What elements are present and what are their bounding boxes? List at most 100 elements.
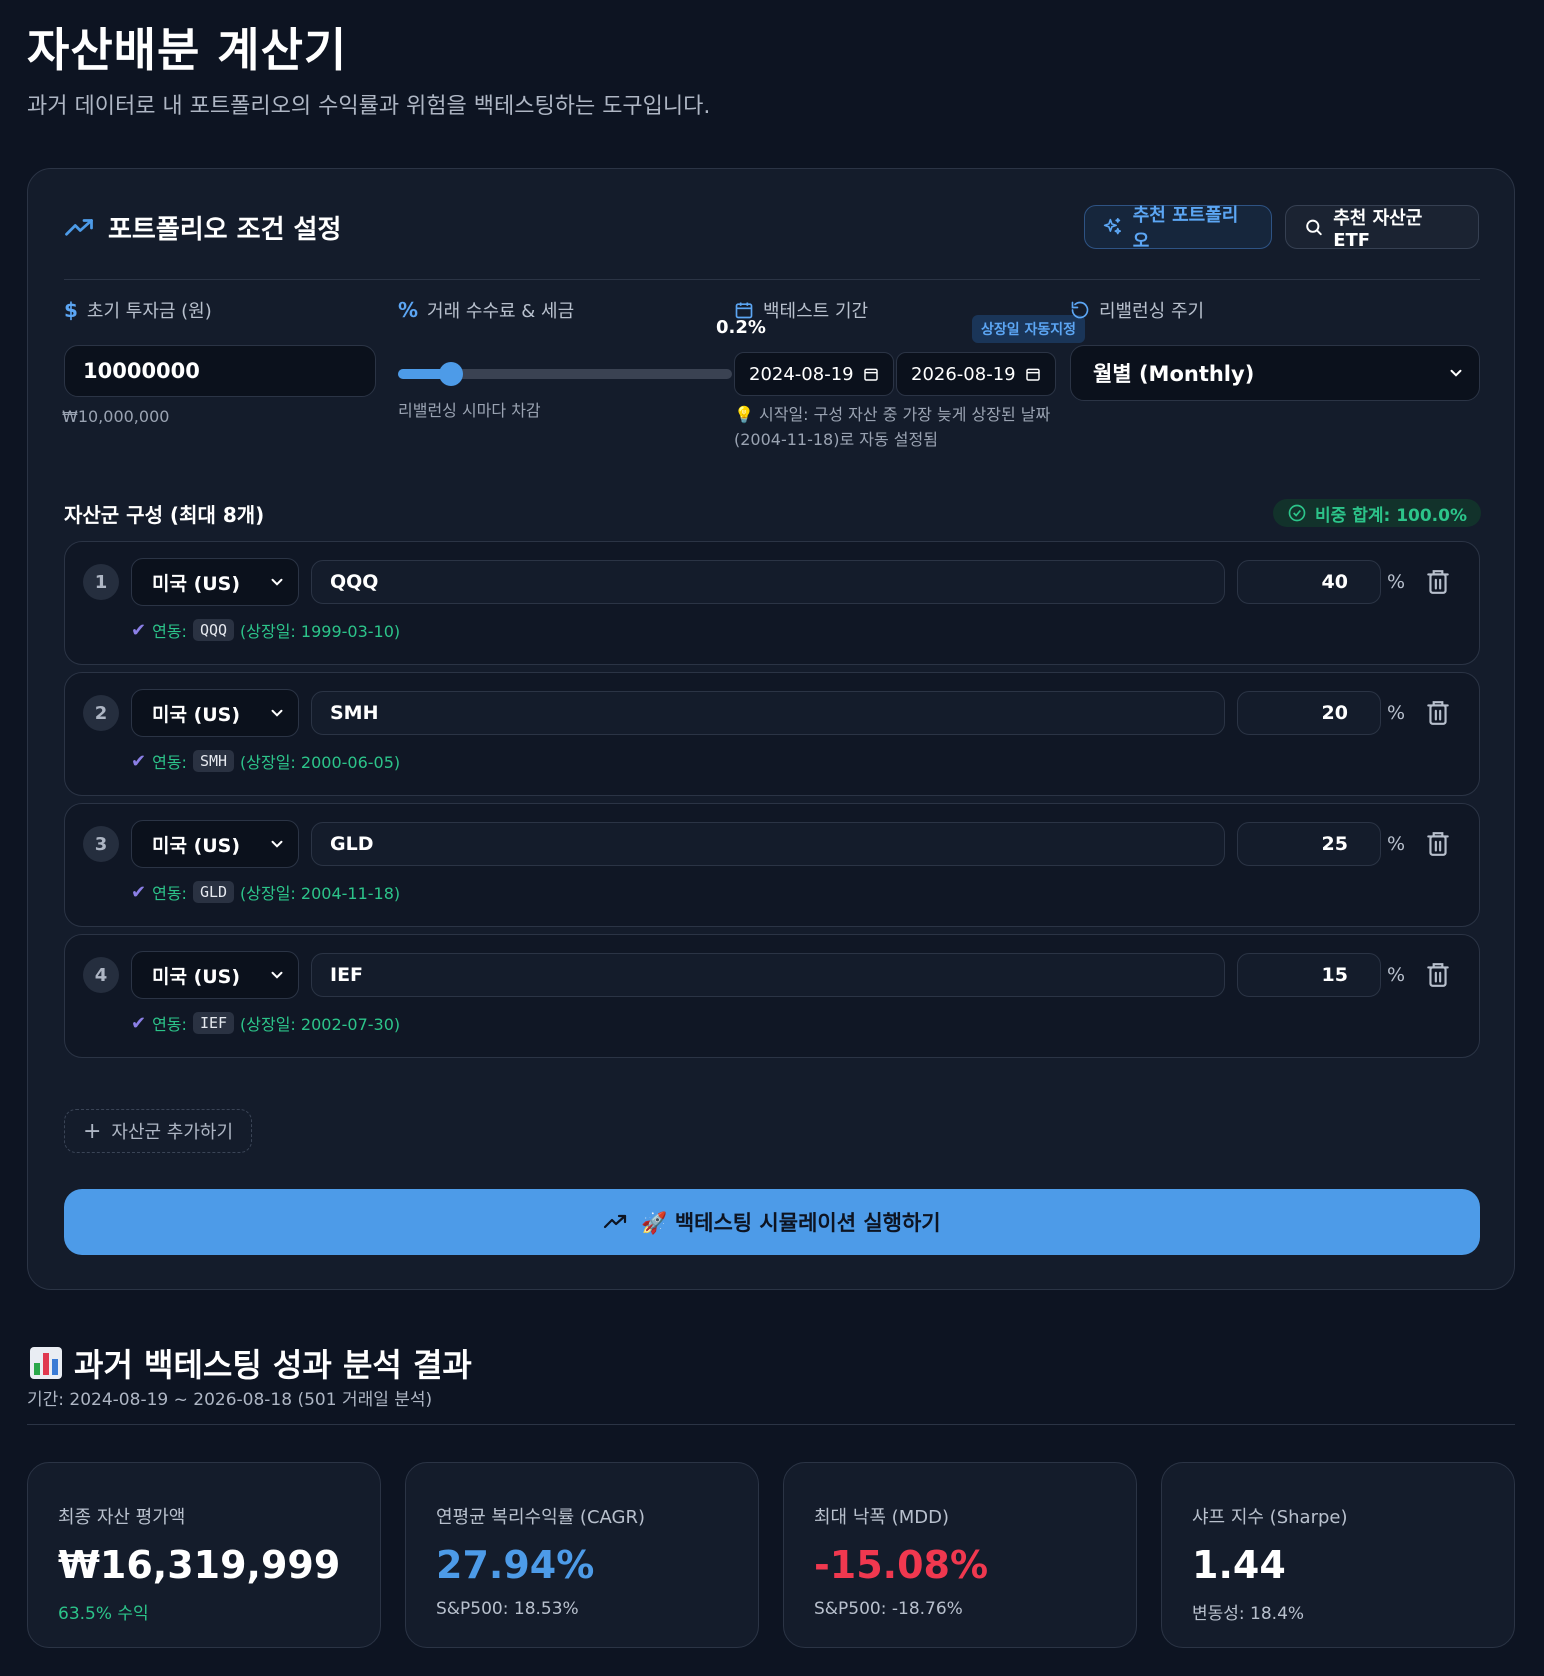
- metric-label: 연평균 복리수익률 (CAGR): [436, 1507, 645, 1528]
- percent-symbol: %: [1387, 571, 1406, 593]
- asset-ticker-input[interactable]: IEF: [311, 953, 1225, 997]
- asset-row: 4 미국 (US) IEF 15 % ✔ 연동: IEF (상장일: 2002-…: [64, 934, 1480, 1058]
- run-backtest-button[interactable]: 🚀 백테스팅 시뮬레이션 실행하기: [64, 1189, 1480, 1255]
- asset-weight-input[interactable]: 40: [1237, 560, 1381, 604]
- asset-number: 4: [83, 957, 119, 993]
- linked-prefix: 연동:: [152, 884, 187, 903]
- percent-symbol: %: [1387, 833, 1406, 855]
- asset-market-value: 미국 (US): [152, 834, 241, 857]
- chevron-down-icon: [271, 840, 283, 848]
- trash-icon[interactable]: [1425, 568, 1451, 596]
- dollar-icon: $: [64, 298, 78, 322]
- settings-header: 포트폴리오 조건 설정: [64, 209, 341, 246]
- portfolio-settings-card: 포트폴리오 조건 설정 추천 포트폴리오 추천 자산군 ETF $ 초기 투자금…: [27, 168, 1515, 1290]
- results-period: 기간: 2024-08-19 ~ 2026-08-18 (501 거래일 분석): [27, 1390, 433, 1410]
- asset-linked-info: ✔ 연동: IEF (상장일: 2002-07-30): [131, 1011, 400, 1035]
- metric-card: 최종 자산 평가액 ₩16,319,999 63.5% 수익: [27, 1462, 381, 1648]
- asset-linked-info: ✔ 연동: GLD (상장일: 2004-11-18): [131, 880, 400, 904]
- metric-value: 1.44: [1192, 1543, 1286, 1587]
- calendar-icon[interactable]: [863, 366, 879, 382]
- metric-label: 최대 낙폭 (MDD): [814, 1507, 949, 1528]
- trash-icon[interactable]: [1425, 830, 1451, 858]
- results-title: 과거 백테스팅 성과 분석 결과: [74, 1346, 472, 1384]
- asset-market-select[interactable]: 미국 (US): [131, 820, 299, 868]
- check-icon: ✔: [131, 1012, 147, 1034]
- rebalance-select[interactable]: 월별 (Monthly): [1070, 345, 1480, 401]
- end-date-input[interactable]: 2026-08-19: [896, 352, 1056, 396]
- metric-value: -15.08%: [814, 1543, 989, 1587]
- percent-symbol: %: [1387, 702, 1406, 724]
- linked-code: IEF: [192, 1012, 235, 1034]
- asset-market-value: 미국 (US): [152, 703, 241, 726]
- check-circle-icon: [1288, 504, 1306, 522]
- metric-card: 샤프 지수 (Sharpe) 1.44 변동성: 18.4%: [1161, 1462, 1515, 1648]
- add-asset-label: 자산군 추가하기: [111, 1122, 234, 1143]
- asset-market-select[interactable]: 미국 (US): [131, 558, 299, 606]
- listing-date: (상장일: 2002-07-30): [240, 1015, 401, 1034]
- asset-weight-input[interactable]: 20: [1237, 691, 1381, 735]
- initial-investment-formatted: ₩10,000,000: [62, 407, 170, 426]
- initial-investment-label-text: 초기 투자금 (원): [86, 301, 212, 322]
- page-title: 자산배분 계산기: [27, 23, 348, 77]
- period-hint: 💡 시작일: 구성 자산 중 가장 늦게 상장된 날짜 (2004-11-18)…: [734, 405, 1051, 449]
- asset-ticker-input[interactable]: QQQ: [311, 560, 1225, 604]
- trending-up-icon: [65, 218, 93, 236]
- asset-linked-info: ✔ 연동: SMH (상장일: 2000-06-05): [131, 749, 400, 773]
- metric-value: 27.94%: [436, 1543, 595, 1587]
- run-backtest-label: 🚀 백테스팅 시뮬레이션 실행하기: [641, 1211, 941, 1235]
- fee-label-text: 거래 수수료 & 세금: [427, 301, 575, 322]
- calendar-icon: [735, 302, 753, 319]
- refresh-icon: [1071, 301, 1089, 319]
- asset-market-select[interactable]: 미국 (US): [131, 689, 299, 737]
- search-icon: [1306, 219, 1322, 236]
- linked-code: GLD: [192, 881, 235, 903]
- rebalance-selected: 월별 (Monthly): [1093, 362, 1255, 386]
- check-icon: ✔: [131, 750, 147, 772]
- initial-investment-input[interactable]: 10000000: [64, 345, 376, 397]
- percent-icon: %: [398, 298, 419, 322]
- check-icon: ✔: [131, 881, 147, 903]
- trending-up-icon: [604, 1214, 627, 1229]
- recommend-etf-button[interactable]: 추천 자산군 ETF: [1285, 205, 1479, 251]
- chevron-down-icon: [1450, 369, 1462, 377]
- recommend-portfolio-label: 추천 포트폴리오: [1132, 205, 1239, 252]
- asset-number: 2: [83, 695, 119, 731]
- fee-hint: 리밸런싱 시마다 차감: [398, 401, 541, 420]
- fee-slider-thumb[interactable]: [439, 362, 464, 386]
- chevron-down-icon: [271, 971, 283, 979]
- asset-ticker-input[interactable]: GLD: [311, 822, 1225, 866]
- asset-weight-input[interactable]: 25: [1237, 822, 1381, 866]
- trash-icon[interactable]: [1425, 699, 1451, 727]
- fee-slider[interactable]: [398, 362, 732, 386]
- linked-prefix: 연동:: [152, 753, 187, 772]
- initial-investment-label: $ 초기 투자금 (원): [64, 297, 212, 323]
- asset-number: 1: [83, 564, 119, 600]
- asset-market-select[interactable]: 미국 (US): [131, 951, 299, 999]
- end-date-value: 2026-08-19: [911, 363, 1016, 385]
- bar-chart-icon: [30, 1347, 62, 1379]
- metric-card: 연평균 복리수익률 (CAGR) 27.94% S&P500: 18.53%: [405, 1462, 759, 1648]
- settings-title: 포트폴리오 조건 설정: [108, 215, 342, 245]
- recommend-etf-label: 추천 자산군 ETF: [1333, 207, 1423, 251]
- recommend-portfolio-button[interactable]: 추천 포트폴리오: [1084, 205, 1272, 252]
- asset-ticker-input[interactable]: SMH: [311, 691, 1225, 735]
- calendar-icon[interactable]: [1025, 366, 1041, 382]
- asset-weight-input[interactable]: 15: [1237, 953, 1381, 997]
- chevron-down-icon: [271, 578, 283, 586]
- add-asset-button[interactable]: + 자산군 추가하기: [64, 1109, 252, 1153]
- listing-date: (상장일: 2000-06-05): [240, 753, 401, 772]
- trash-icon[interactable]: [1425, 961, 1451, 989]
- asset-row: 3 미국 (US) GLD 25 % ✔ 연동: GLD (상장일: 2004-…: [64, 803, 1480, 927]
- asset-row: 1 미국 (US) QQQ 40 % ✔ 연동: QQQ (상장일: 1999-…: [64, 541, 1480, 665]
- asset-linked-info: ✔ 연동: QQQ (상장일: 1999-03-10): [131, 618, 400, 642]
- linked-prefix: 연동:: [152, 1015, 187, 1034]
- metric-sub: 63.5% 수익: [58, 1604, 149, 1624]
- asset-number: 3: [83, 826, 119, 862]
- start-date-input[interactable]: 2024-08-19: [734, 352, 894, 396]
- auto-listing-badge[interactable]: 상장일 자동지정: [972, 315, 1086, 343]
- check-icon: ✔: [131, 619, 147, 641]
- metric-label: 샤프 지수 (Sharpe): [1192, 1507, 1348, 1528]
- asset-market-value: 미국 (US): [152, 572, 241, 595]
- weight-sum-badge: 비중 합계: 100.0%: [1273, 499, 1482, 527]
- asset-row: 2 미국 (US) SMH 20 % ✔ 연동: SMH (상장일: 2000-…: [64, 672, 1480, 796]
